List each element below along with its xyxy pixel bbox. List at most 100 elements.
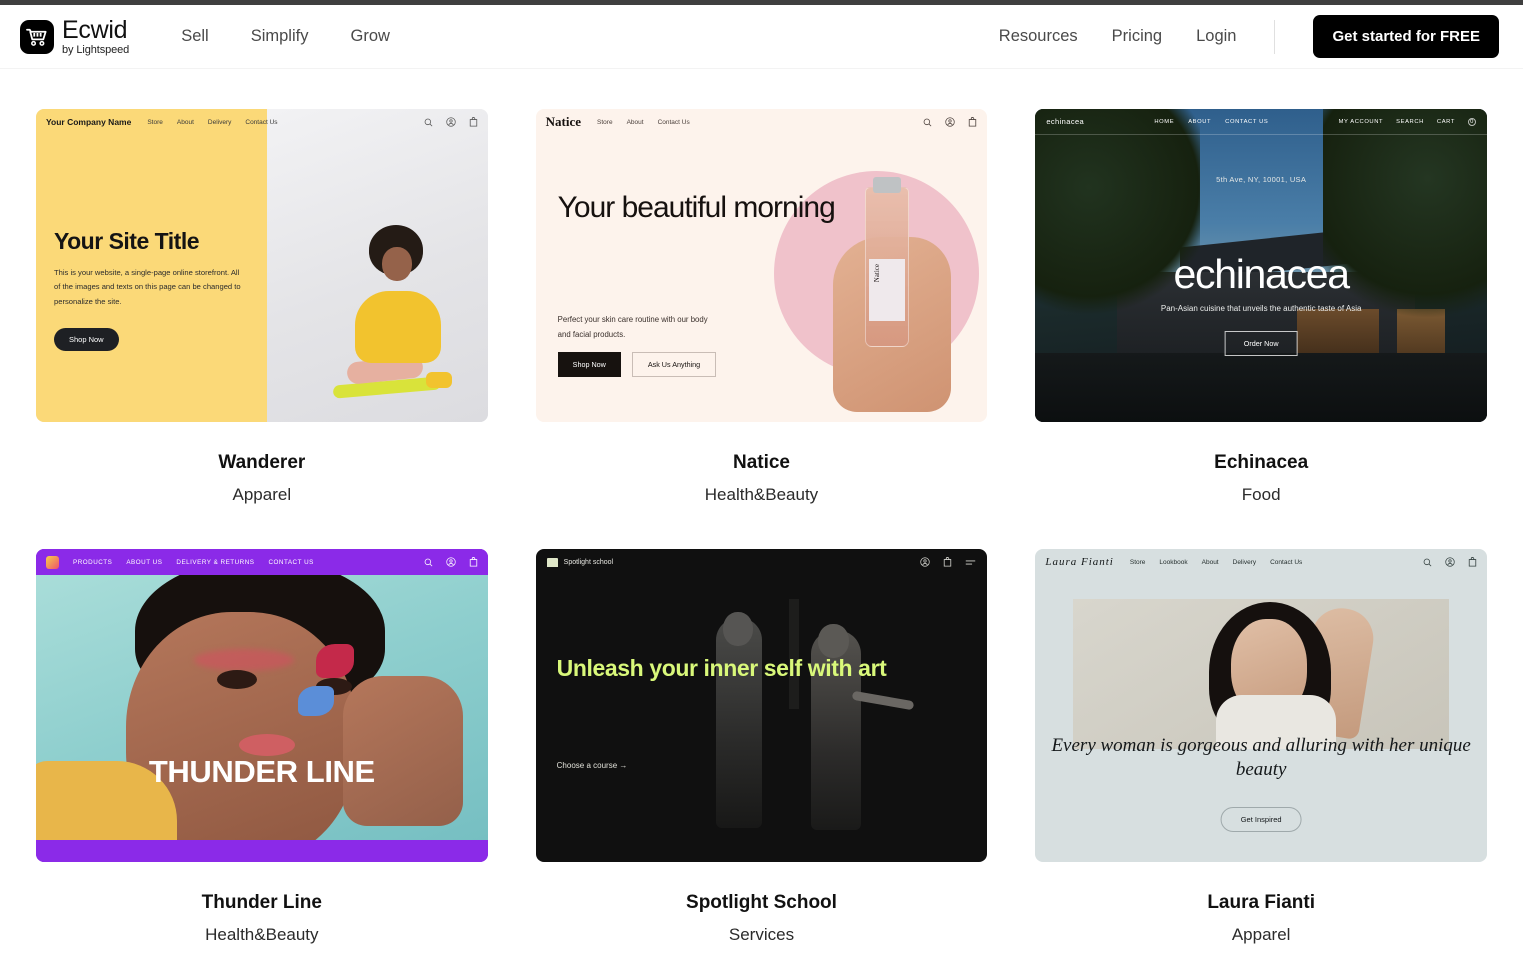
search-icon[interactable]	[424, 558, 433, 567]
laura-quote: Every woman is gorgeous and alluring wit…	[1051, 735, 1471, 781]
template-gallery: Your Site Title This is your website, a …	[0, 69, 1523, 953]
template-preview-wanderer[interactable]: Your Site Title This is your website, a …	[36, 109, 488, 422]
echinacea-nav-contact[interactable]: CONTACT US	[1225, 119, 1268, 125]
natice-nav-contact[interactable]: Contact Us	[658, 119, 690, 126]
shopping-bag-icon[interactable]	[1468, 557, 1477, 567]
laura-nav-lookbook[interactable]: Lookbook	[1159, 559, 1187, 566]
thunder-logo-icon	[46, 555, 59, 569]
template-name-echinacea: Echinacea	[1214, 452, 1309, 473]
template-card-laura-fianti[interactable]: Every woman is gorgeous and alluring wit…	[1035, 549, 1487, 953]
shopping-bag-icon[interactable]	[968, 117, 977, 127]
spotlight-brand: Spotlight school	[563, 558, 614, 566]
laura-brand: Laura Fianti	[1045, 556, 1114, 568]
template-card-natice[interactable]: Natice Your beautiful morning Perfect yo…	[535, 109, 988, 549]
echinacea-hero-title: echinacea	[1173, 251, 1351, 297]
natice-bottle-label: Natice	[869, 259, 906, 321]
echinacea-brand: echinacea	[1046, 117, 1085, 126]
spotlight-logo-icon	[546, 557, 558, 567]
wanderer-shop-now-button[interactable]: Shop Now	[54, 327, 119, 351]
template-card-thunder-line[interactable]: THUNDER LINE PRODUCTS ABOUT US DELIVERY …	[36, 549, 488, 953]
laura-nav-contact[interactable]: Contact Us	[1270, 559, 1302, 566]
spotlight-mini-icons	[920, 557, 976, 567]
wanderer-nav-delivery[interactable]: Delivery	[208, 119, 231, 126]
laura-nav-store[interactable]: Store	[1130, 559, 1146, 566]
natice-nav-about[interactable]: About	[627, 119, 644, 126]
red-flower-shape	[316, 643, 355, 678]
natice-nav-store[interactable]: Store	[597, 119, 613, 126]
wanderer-nav-about[interactable]: About	[177, 119, 194, 126]
nav-item-pricing[interactable]: Pricing	[1112, 27, 1162, 46]
echinacea-nav-search[interactable]: SEARCH	[1396, 119, 1424, 125]
echinacea-nav-right: MY ACCOUNT SEARCH CART 0	[1339, 117, 1476, 126]
natice-mini-nav: Natice Store About Contact Us	[536, 109, 988, 135]
account-icon[interactable]	[446, 117, 456, 127]
thunder-nav-about-us[interactable]: ABOUT US	[126, 559, 162, 566]
wanderer-mini-nav: Your Company Name Store About Delivery C…	[36, 109, 488, 135]
logo-name: Ecwid	[62, 15, 128, 44]
hamburger-menu-icon[interactable]	[965, 558, 976, 567]
wanderer-nav-contact[interactable]: Contact Us	[245, 119, 277, 126]
natice-ask-us-button[interactable]: Ask Us Anything	[631, 352, 717, 377]
site-header: Ecwid by Lightspeed Sell Simplify Grow R…	[0, 5, 1523, 69]
shopping-bag-icon[interactable]	[469, 557, 478, 567]
template-preview-natice[interactable]: Natice Your beautiful morning Perfect yo…	[535, 109, 988, 422]
figure-shoe-shape	[425, 371, 452, 388]
template-card-spotlight-school[interactable]: Unleash your inner self with art Choose …	[535, 549, 988, 953]
template-preview-echinacea[interactable]: echinacea HOME ABOUT CONTACT US MY ACCOU…	[1035, 109, 1487, 422]
natice-description: Perfect your skin care routine with our …	[557, 315, 708, 339]
echinacea-nav-my-account[interactable]: MY ACCOUNT	[1339, 119, 1384, 125]
search-icon[interactable]	[1423, 558, 1432, 567]
dancer-figure-shape	[716, 617, 763, 828]
echinacea-nav-about[interactable]: ABOUT	[1188, 119, 1211, 125]
natice-hero-title: Your beautiful morning	[557, 191, 836, 224]
thunder-mini-icons	[424, 557, 478, 567]
account-icon[interactable]	[920, 557, 930, 567]
wanderer-mini-icons	[424, 117, 478, 127]
echinacea-nav-cart[interactable]: CART	[1437, 119, 1455, 125]
nav-item-login[interactable]: Login	[1196, 27, 1236, 46]
template-name-natice: Natice	[732, 452, 790, 473]
spotlight-choose-course-link[interactable]: Choose a course →	[557, 761, 628, 770]
nav-item-simplify[interactable]: Simplify	[251, 27, 309, 46]
shopping-bag-icon[interactable]	[943, 557, 952, 567]
wanderer-nav-store[interactable]: Store	[147, 119, 163, 126]
natice-bottle-label-text: Natice	[873, 264, 882, 283]
thunder-nav-products[interactable]: PRODUCTS	[73, 559, 112, 566]
account-icon[interactable]	[446, 557, 456, 567]
nav-item-resources[interactable]: Resources	[999, 27, 1078, 46]
ecwid-logo[interactable]: Ecwid by Lightspeed	[20, 15, 129, 56]
thunder-hero-title: THUNDER LINE	[148, 754, 375, 789]
echinacea-nav-home[interactable]: HOME	[1154, 119, 1174, 125]
template-category-echinacea: Food	[1241, 485, 1281, 504]
template-preview-spotlight-school[interactable]: Unleash your inner self with art Choose …	[535, 549, 988, 862]
nav-item-sell[interactable]: Sell	[181, 27, 209, 46]
figure-face-shape	[381, 246, 412, 281]
echinacea-tagline: Pan-Asian cuisine that unveils the authe…	[1160, 304, 1362, 313]
laura-nav-about[interactable]: About	[1202, 559, 1219, 566]
template-card-wanderer[interactable]: Your Site Title This is your website, a …	[36, 109, 488, 549]
template-category-natice: Health&Beauty	[704, 485, 819, 504]
echinacea-order-now-button[interactable]: Order Now	[1224, 331, 1298, 356]
nav-item-grow[interactable]: Grow	[350, 27, 389, 46]
thunder-nav-contact-us[interactable]: CONTACT US	[268, 559, 313, 566]
account-icon[interactable]	[945, 117, 955, 127]
thunder-mini-nav: PRODUCTS ABOUT US DELIVERY & RETURNS CON…	[36, 549, 488, 575]
wanderer-description: This is your website, a single-page onli…	[54, 268, 241, 306]
template-name-laura-fianti: Laura Fianti	[1207, 892, 1315, 913]
natice-button-group: Shop Now Ask Us Anything	[557, 352, 717, 377]
natice-bottle-cap-shape	[873, 177, 902, 193]
template-preview-laura-fianti[interactable]: Every woman is gorgeous and alluring wit…	[1035, 549, 1487, 862]
template-preview-thunder-line[interactable]: THUNDER LINE PRODUCTS ABOUT US DELIVERY …	[36, 549, 488, 862]
thunder-nav-delivery-returns[interactable]: DELIVERY & RETURNS	[176, 559, 254, 566]
template-category-thunder-line: Health&Beauty	[205, 925, 319, 944]
search-icon[interactable]	[424, 118, 433, 127]
shopping-bag-icon[interactable]	[469, 117, 478, 127]
thunder-footer-bar	[36, 840, 488, 862]
laura-get-inspired-button[interactable]: Get Inspired	[1220, 807, 1302, 832]
search-icon[interactable]	[923, 118, 932, 127]
get-started-button[interactable]: Get started for FREE	[1313, 15, 1499, 58]
account-icon[interactable]	[1445, 557, 1455, 567]
natice-shop-now-button[interactable]: Shop Now	[557, 352, 621, 377]
template-card-echinacea[interactable]: echinacea HOME ABOUT CONTACT US MY ACCOU…	[1035, 109, 1487, 549]
laura-nav-delivery[interactable]: Delivery	[1233, 559, 1256, 566]
